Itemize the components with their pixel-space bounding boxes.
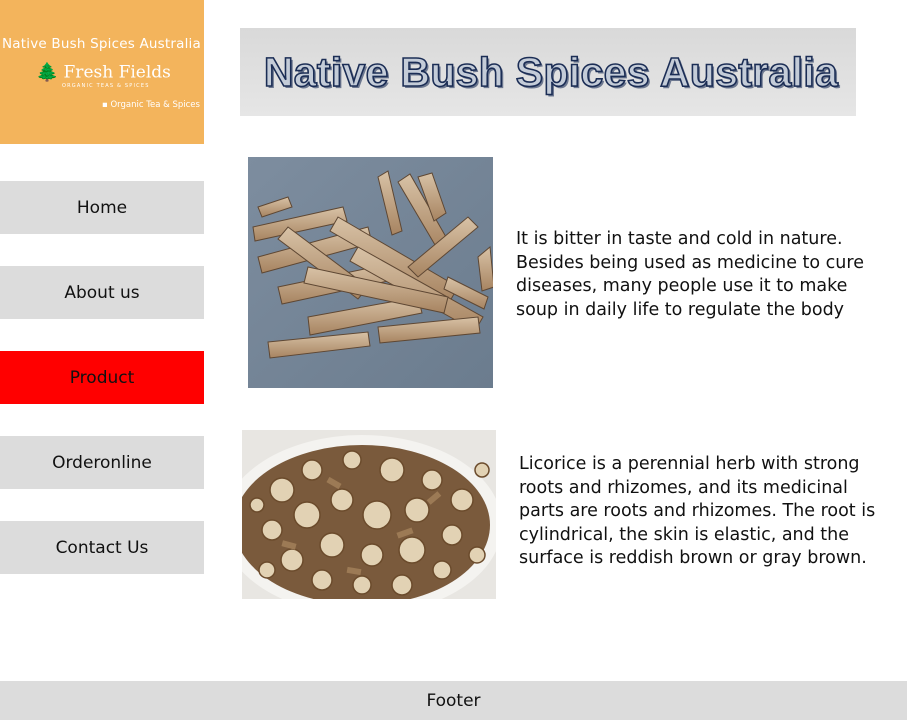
product-description-2: Licorice is a perennial herb with strong… [519, 454, 876, 568]
product-image-roots [248, 157, 493, 388]
product-image-licorice [242, 430, 496, 599]
logo-tagline: ▪ Organic Tea & Spices [102, 100, 200, 110]
nav-contact-us[interactable]: Contact Us [0, 521, 204, 574]
logo-brand-name: Fresh Fields [63, 62, 171, 83]
logo-tagline-text: Organic Tea & Spices [110, 100, 200, 110]
nav-product[interactable]: Product [0, 351, 204, 404]
nav-home[interactable]: Home [0, 181, 204, 234]
logo-brand: 🌲 Fresh Fields [36, 62, 171, 83]
product-description-1: It is bitter in taste and cold in nature… [516, 229, 864, 320]
nav-about-us[interactable]: About us [0, 266, 204, 319]
brand-logo[interactable]: Native Bush Spices Australia 🌲 Fresh Fie… [0, 0, 204, 144]
logo-subtitle: ORGANIC TEAS & SPICES [62, 83, 150, 89]
page-banner: Native Bush Spices Australia [240, 28, 856, 116]
tree-icon: 🌲 [36, 62, 59, 83]
roots-illustration [248, 157, 493, 388]
footer-label: Footer [426, 690, 481, 711]
page-footer: Footer [0, 681, 907, 720]
nav-order-online[interactable]: Orderonline [0, 436, 204, 489]
page-title: Native Bush Spices Australia [263, 48, 839, 96]
licorice-illustration [242, 430, 496, 599]
logo-top-text: Native Bush Spices Australia [2, 36, 201, 52]
